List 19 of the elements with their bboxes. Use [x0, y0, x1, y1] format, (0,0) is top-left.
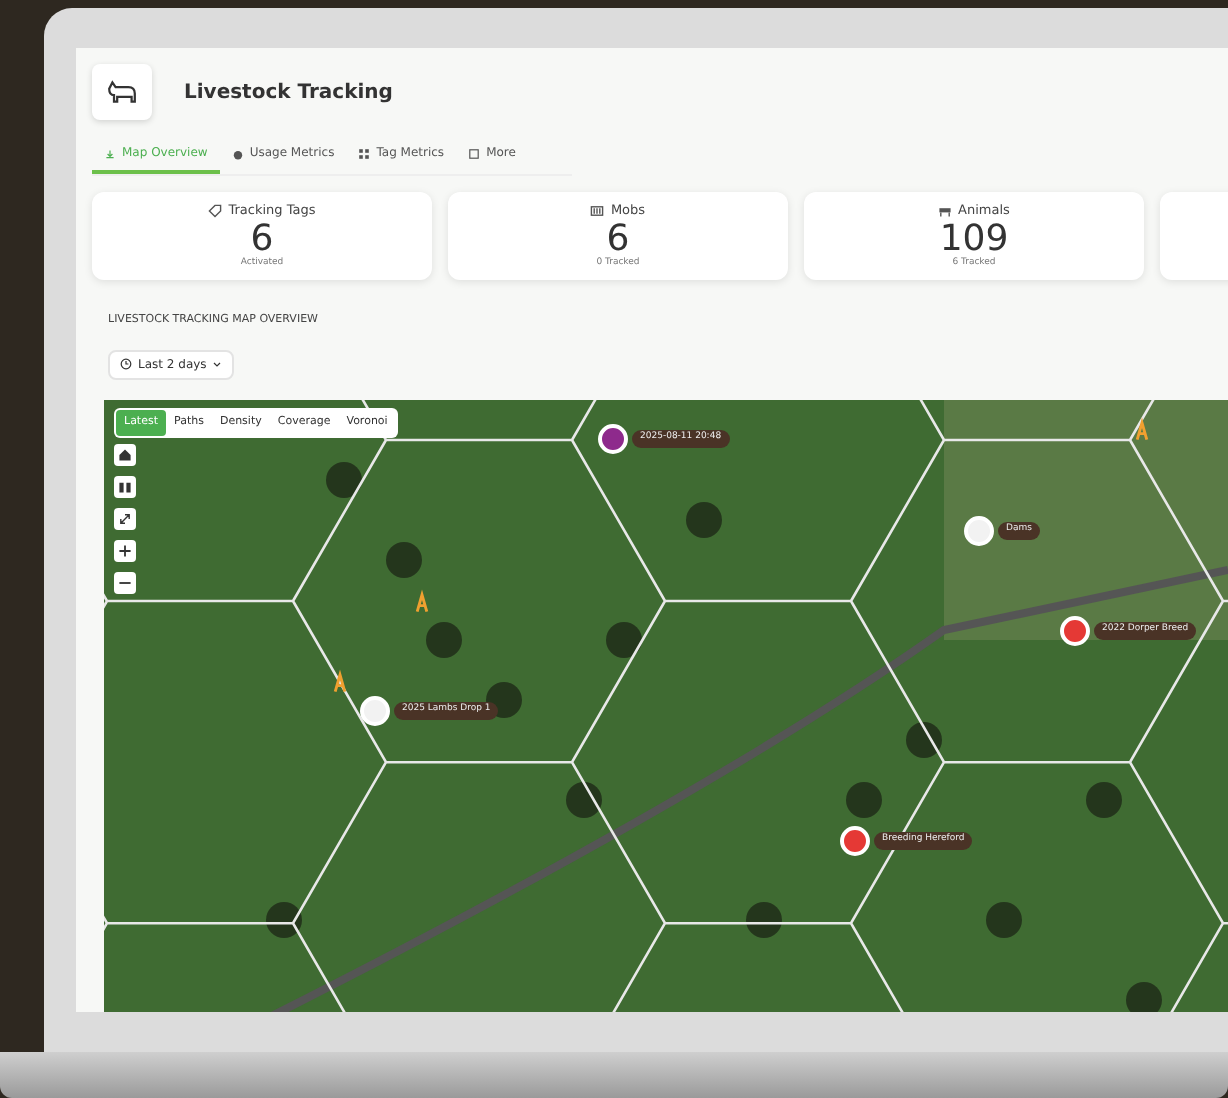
- app-title: Livestock Tracking: [184, 79, 393, 107]
- zoom-in-icon: [118, 544, 132, 559]
- caret-icon: [212, 359, 223, 370]
- antenna-icon: [1130, 416, 1154, 445]
- tag-icon: [208, 204, 223, 219]
- square-icon: [468, 147, 481, 159]
- antenna-icon: [328, 668, 352, 697]
- antenna-icon: [410, 588, 434, 617]
- zoom-in-button[interactable]: [114, 540, 136, 563]
- grid-icon: [358, 147, 371, 159]
- expand-button[interactable]: [114, 508, 136, 531]
- home-icon: [118, 448, 132, 463]
- home-button[interactable]: [114, 444, 136, 467]
- stat-value: 6: [250, 221, 274, 257]
- clock-icon: [120, 358, 132, 371]
- stat-value: 6: [606, 221, 630, 257]
- stat-value: 109: [939, 221, 1009, 257]
- expand-icon: [118, 512, 132, 527]
- zoom-out-button[interactable]: [114, 572, 136, 595]
